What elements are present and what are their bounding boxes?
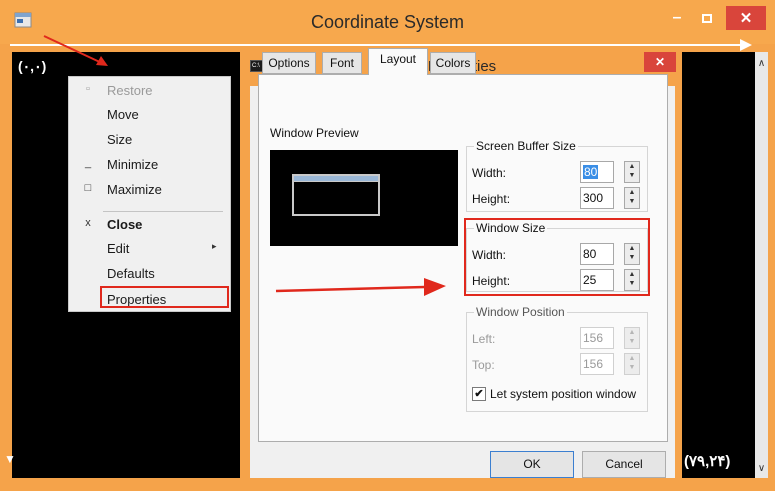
y-axis-arrow-icon: ▼ [4, 452, 16, 466]
tab-options[interactable]: Options [262, 52, 316, 74]
menu-item-restore[interactable]: ▫ Restore [69, 79, 232, 103]
minimize-icon: _ [84, 157, 92, 169]
menu-item-maximize[interactable]: □ Maximize [69, 178, 232, 202]
spin-down-icon[interactable]: ▼ [629, 338, 636, 345]
maximize-button[interactable] [696, 6, 718, 30]
menu-item-label: Defaults [107, 266, 155, 281]
spin-up-icon[interactable]: ▲ [629, 329, 636, 336]
close-icon: x [85, 217, 91, 229]
menu-item-edit[interactable]: Edit ▸ [69, 237, 232, 261]
coordinate-origin-label: (۰,۰) [18, 58, 47, 74]
menu-separator [103, 211, 223, 212]
buffer-height-label: Height: [472, 192, 511, 206]
tab-font[interactable]: Font [322, 52, 362, 74]
buffer-height-spinner[interactable]: ▲ ▼ [624, 187, 640, 209]
spin-up-icon[interactable]: ▲ [629, 163, 636, 170]
menu-item-label: Restore [107, 83, 153, 98]
buffer-width-label: Width: [472, 166, 507, 180]
maximize-icon [702, 13, 712, 23]
window-position-label: Window Position [474, 305, 567, 319]
menu-item-defaults[interactable]: Defaults [69, 262, 232, 286]
vertical-scrollbar[interactable]: ∧ ∨ [755, 52, 768, 478]
cancel-button[interactable]: Cancel [582, 451, 666, 478]
window-preview [270, 150, 458, 246]
submenu-arrow-icon: ▸ [212, 241, 217, 251]
preview-window-titlebar [294, 176, 378, 182]
position-top-spinner[interactable]: ▲ ▼ [624, 353, 640, 375]
window-bottom-border [0, 478, 775, 491]
spin-down-icon[interactable]: ▼ [629, 172, 636, 179]
menu-item-label: Maximize [107, 182, 162, 197]
coordinate-end-label: (۷۹,۲۴) [684, 453, 731, 470]
minimize-button[interactable]: – [666, 6, 688, 30]
scroll-down-icon[interactable]: ∨ [755, 463, 768, 474]
spin-up-icon[interactable]: ▲ [629, 189, 636, 196]
position-top-input[interactable]: 156 [580, 353, 614, 375]
spin-down-icon[interactable]: ▼ [629, 198, 636, 205]
screen-buffer-label: Screen Buffer Size [474, 139, 578, 153]
spin-down-icon[interactable]: ▼ [629, 364, 636, 371]
properties-highlight-box [100, 286, 229, 308]
let-system-position-label: Let system position window [490, 387, 637, 401]
buffer-width-spinner[interactable]: ▲ ▼ [624, 161, 640, 183]
window-title: Coordinate System [310, 12, 465, 32]
position-top-label: Top: [472, 358, 495, 372]
window-preview-label: Window Preview [270, 126, 359, 140]
buffer-height-input[interactable]: 300 [580, 187, 614, 209]
preview-window-icon [292, 174, 380, 216]
ok-button[interactable]: OK [490, 451, 574, 478]
menu-item-label: Minimize [107, 157, 159, 172]
menu-item-label: Close [107, 217, 143, 232]
system-context-menu: ▫ Restore Move Size _ Minimize □ Maximiz… [68, 76, 231, 312]
let-system-position-checkbox[interactable]: ✔ [472, 387, 486, 401]
dialog-close-button[interactable]: ✕ [644, 52, 676, 72]
menu-item-label: Size [107, 132, 133, 147]
tab-layout[interactable]: Layout [368, 48, 428, 75]
window-size-highlight-box [464, 218, 650, 296]
menu-item-label: Edit [107, 241, 130, 256]
buffer-width-value: 80 [583, 165, 599, 179]
console-screen-right[interactable] [682, 52, 755, 478]
spin-up-icon[interactable]: ▲ [629, 355, 636, 362]
menu-item-size[interactable]: Size [69, 128, 232, 152]
maximize-icon: □ [84, 182, 92, 194]
menu-item-minimize[interactable]: _ Minimize [69, 153, 232, 177]
position-left-label: Left: [472, 332, 496, 346]
menu-item-close[interactable]: x Close [69, 213, 232, 237]
menu-item-label: Move [107, 107, 139, 122]
position-left-input[interactable]: 156 [580, 327, 614, 349]
position-left-spinner[interactable]: ▲ ▼ [624, 327, 640, 349]
restore-icon: ▫ [86, 83, 90, 95]
close-button[interactable]: ✕ [726, 6, 766, 30]
buffer-width-input[interactable]: 80 [580, 161, 614, 183]
menu-item-move[interactable]: Move [69, 103, 232, 127]
tab-colors[interactable]: Colors [430, 52, 476, 74]
scroll-up-icon[interactable]: ∧ [755, 58, 768, 69]
